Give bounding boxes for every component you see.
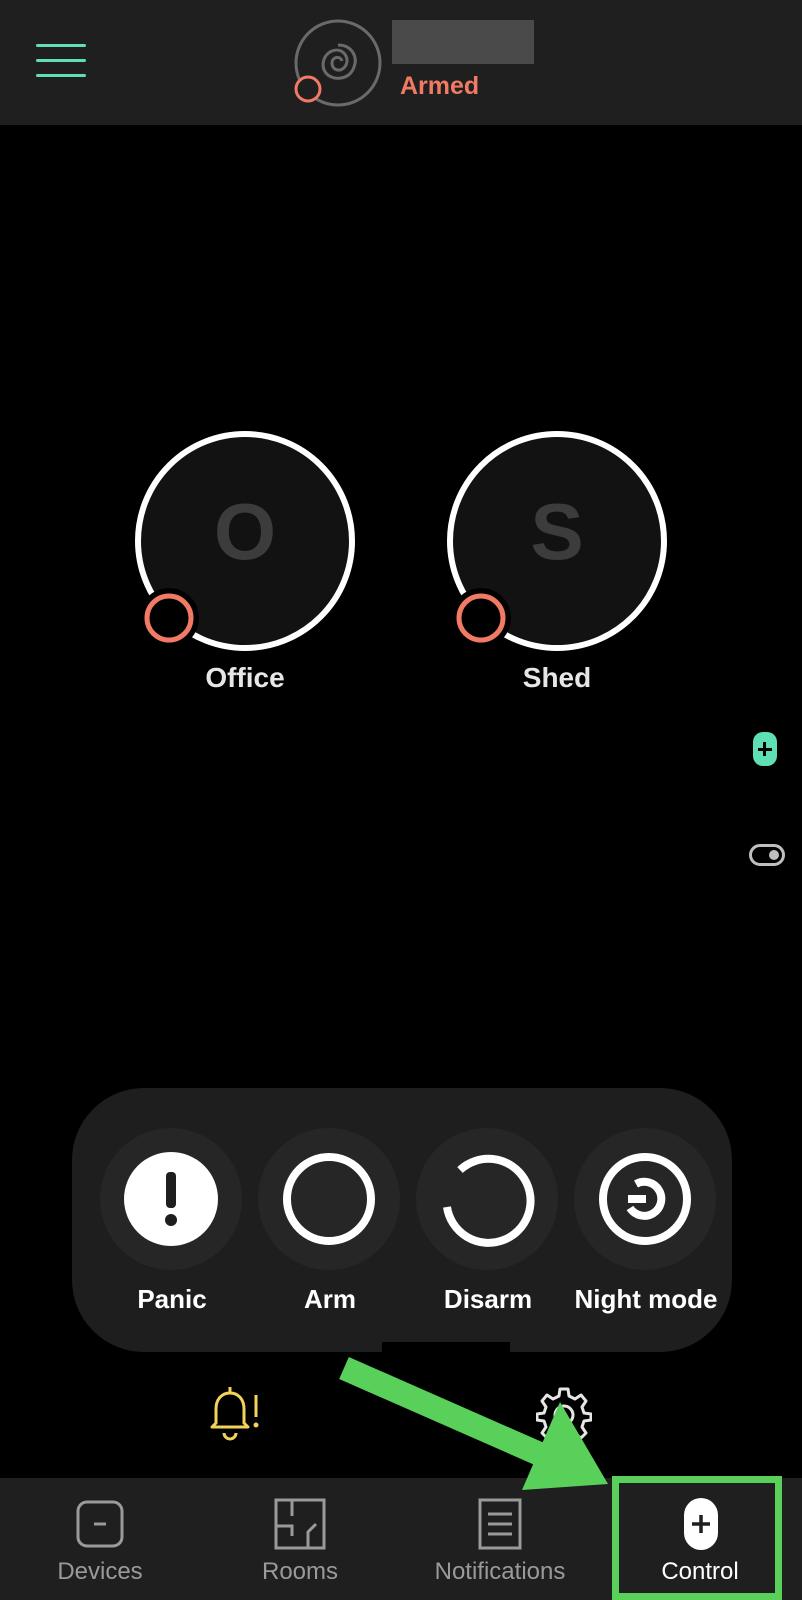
- tab-rooms[interactable]: Rooms: [200, 1478, 400, 1600]
- plus-icon[interactable]: [753, 732, 777, 766]
- hub-logo-icon[interactable]: [292, 17, 384, 109]
- devices-icon: [76, 1500, 124, 1548]
- app-header: Armed: [0, 0, 802, 125]
- room-name: Office: [205, 662, 285, 693]
- open-ring-icon: [443, 1154, 535, 1247]
- hub-name-redacted: [392, 20, 534, 64]
- disarm-label: Disarm: [443, 1284, 533, 1314]
- panel-tab: [382, 1342, 510, 1392]
- rooms-icon: [274, 1498, 326, 1550]
- tab-devices[interactable]: Devices: [0, 1478, 200, 1600]
- exclamation-icon: [124, 1152, 218, 1246]
- room-name: Shed: [522, 662, 592, 693]
- night-mode-icon: [599, 1153, 691, 1245]
- night-mode-label: Night mode: [574, 1284, 718, 1314]
- panic-label: Panic: [137, 1284, 207, 1314]
- ring-icon: [283, 1153, 375, 1245]
- room-shed[interactable]: S Shed: [446, 430, 668, 710]
- tab-notifications[interactable]: Notifications: [400, 1478, 600, 1600]
- bell-alert-icon[interactable]: [206, 1385, 266, 1441]
- hub-status-label: Armed: [400, 72, 480, 100]
- hamburger-menu-icon[interactable]: [36, 44, 88, 80]
- room-initial: O: [213, 487, 277, 576]
- highlight-box: [612, 1476, 782, 1600]
- gear-icon[interactable]: [536, 1386, 592, 1442]
- tab-label: Notifications: [434, 1558, 566, 1585]
- arm-label: Arm: [303, 1284, 356, 1314]
- room-office[interactable]: O Office: [134, 430, 356, 710]
- tab-label: Rooms: [261, 1558, 339, 1585]
- room-initial: S: [530, 487, 584, 576]
- toggle-icon[interactable]: [749, 844, 785, 866]
- notifications-icon: [478, 1498, 522, 1550]
- tab-label: Devices: [57, 1558, 143, 1585]
- security-control-panel: Panic Arm Disarm Night mode: [72, 1088, 732, 1352]
